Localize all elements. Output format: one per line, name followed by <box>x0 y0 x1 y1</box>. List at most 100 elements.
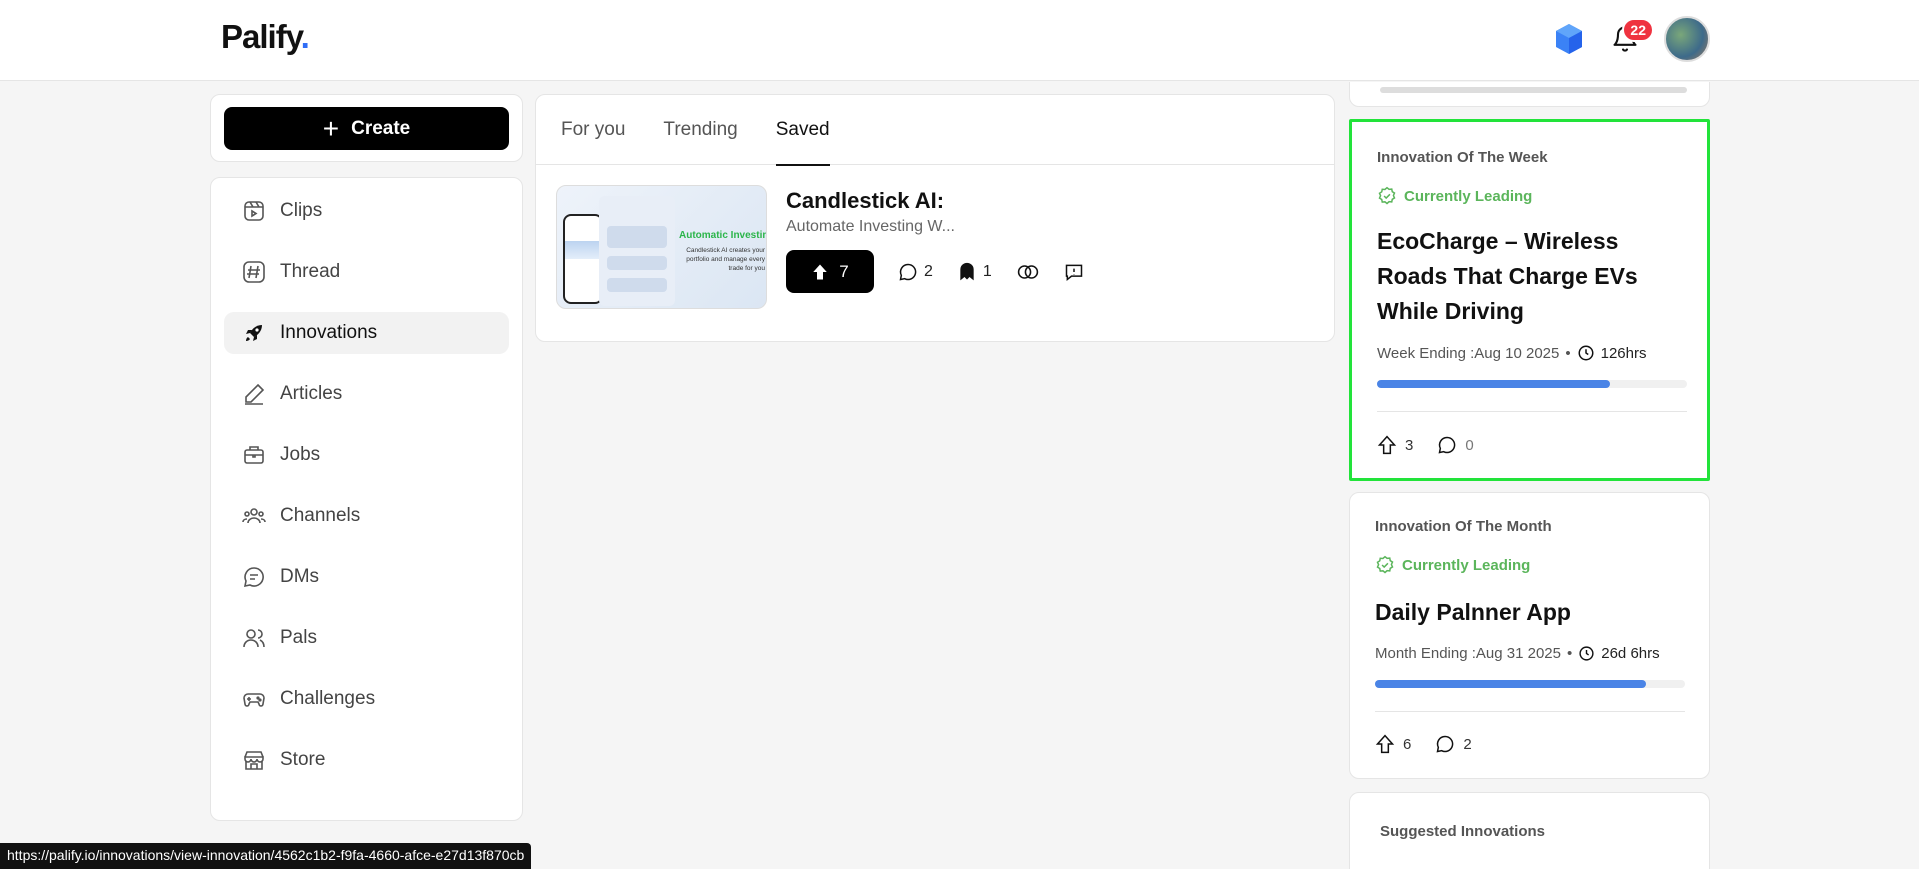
sidebar-item-articles[interactable]: Articles <box>224 373 509 415</box>
sidebar-item-label: Pals <box>280 627 317 648</box>
sidebar-item-label: Store <box>280 749 326 770</box>
sidebar-item-innovations[interactable]: Innovations <box>224 312 509 354</box>
tab-trending[interactable]: Trending <box>663 95 737 165</box>
ending-meta: Month Ending :Aug 31 2025 • 26d 6hrs <box>1375 645 1660 662</box>
progress-fill <box>1375 680 1647 688</box>
status-bar-url: https://palify.io/innovations/view-innov… <box>0 843 532 869</box>
upvote-count: 7 <box>839 261 849 281</box>
notifications-button[interactable]: 22 <box>1608 18 1654 56</box>
ending-date: Week Ending :Aug 10 2025 <box>1377 344 1560 362</box>
tab-for-you[interactable]: For you <box>561 95 625 165</box>
notification-badge: 22 <box>1622 18 1654 42</box>
previous-card-bottom <box>1349 82 1710 107</box>
sidebar-item-label: Channels <box>280 505 361 526</box>
report-icon <box>1065 264 1083 281</box>
sidebar-item-store[interactable]: Store <box>224 739 509 781</box>
leading-label: Currently Leading <box>1375 555 1530 575</box>
post-subtitle: Automate Investing W... <box>786 218 955 235</box>
palify-logo[interactable]: Palify. <box>221 18 310 56</box>
innovation-title[interactable]: Daily Palnner App <box>1375 595 1689 630</box>
sidebar-item-label: Innovations <box>280 322 378 343</box>
avatar[interactable] <box>1664 16 1710 62</box>
meta-bullet: • <box>1566 645 1573 662</box>
gamepad-icon <box>241 687 266 712</box>
bookmark-icon <box>960 262 974 280</box>
card-heading: Innovation Of The Week <box>1377 149 1548 166</box>
users-icon <box>241 504 266 529</box>
sidebar-item-label: Clips <box>280 200 323 221</box>
pen-icon <box>241 382 266 407</box>
feed-tabs: For you Trending Saved <box>536 95 1334 166</box>
pals-icon <box>241 626 266 651</box>
tab-saved[interactable]: Saved <box>775 95 830 166</box>
post-title[interactable]: Candlestick AI: <box>786 188 944 214</box>
innovation-title[interactable]: EcoCharge – Wireless Roads That Charge E… <box>1377 224 1687 329</box>
briefcase-icon <box>241 443 266 468</box>
upvote-outline-icon <box>1375 734 1395 754</box>
sidebar-item-label: Challenges <box>280 688 376 709</box>
upvote-stat[interactable]: 6 <box>1375 734 1411 754</box>
upvote-button[interactable]: 7 <box>786 250 874 293</box>
suggested-innovations-card: Suggested Innovations <box>1349 792 1710 869</box>
saved-post[interactable]: Automatic Investing Candlestick AI creat… <box>556 185 1314 309</box>
sidebar-item-dms[interactable]: DMs <box>224 556 509 598</box>
ending-meta: Week Ending :Aug 10 2025 • 126hrs <box>1377 344 1647 362</box>
progress-bar <box>1377 380 1687 388</box>
plus-icon: + <box>322 112 340 144</box>
sidebar-item-pals[interactable]: Pals <box>224 617 509 659</box>
upvote-stat[interactable]: 3 <box>1377 435 1413 455</box>
sidebar: Clips Thread Innovations Articles Jobs C… <box>210 177 523 821</box>
sidebar-item-challenges[interactable]: Challenges <box>224 678 509 720</box>
comment-stat[interactable]: 2 <box>1435 734 1472 754</box>
feed-panel: For you Trending Saved Automatic Investi… <box>535 94 1335 342</box>
sidebar-item-label: DMs <box>280 566 320 587</box>
gem-icon[interactable] <box>1552 22 1586 56</box>
sidebar-item-channels[interactable]: Channels <box>224 495 509 537</box>
top-bar: Palify. 22 <box>0 0 1919 81</box>
sidebar-item-label: Articles <box>280 383 343 404</box>
chat-icon <box>241 565 266 590</box>
upvote-outline-icon <box>1377 435 1397 455</box>
clock-icon <box>1579 646 1594 661</box>
sidebar-item-thread[interactable]: Thread <box>224 251 509 293</box>
time-left: 126hrs <box>1600 344 1647 362</box>
share-button[interactable] <box>1016 262 1040 282</box>
sidebar-item-jobs[interactable]: Jobs <box>224 434 509 476</box>
award-icon <box>1378 186 1396 205</box>
create-card: + Create <box>210 94 523 162</box>
link-icon <box>1017 264 1039 279</box>
store-icon <box>241 748 266 773</box>
right-column: Innovation Of The Week Currently Leading… <box>1349 82 1710 869</box>
innovation-of-week-card[interactable]: Innovation Of The Week Currently Leading… <box>1349 119 1710 481</box>
sidebar-item-clips[interactable]: Clips <box>224 190 509 232</box>
award-icon <box>1376 555 1394 574</box>
card-stats: 3 0 <box>1377 435 1474 455</box>
sidebar-item-label: Jobs <box>280 444 321 465</box>
bookmark-button[interactable]: 1 <box>957 261 992 283</box>
report-button[interactable] <box>1064 262 1084 282</box>
hash-icon <box>241 260 266 285</box>
clock-icon <box>1578 345 1594 361</box>
post-thumbnail[interactable]: Automatic Investing Candlestick AI creat… <box>556 185 767 309</box>
comment-icon <box>1438 436 1456 454</box>
meta-bullet: • <box>1565 344 1571 362</box>
progress-fill <box>1377 380 1610 388</box>
comment-icon <box>1436 735 1454 753</box>
comment-button[interactable]: 2 <box>898 262 933 282</box>
clips-icon <box>241 199 266 224</box>
comment-count: 2 <box>924 262 933 280</box>
ending-date: Month Ending :Aug 31 2025 <box>1375 645 1561 662</box>
create-button[interactable]: + Create <box>224 107 509 150</box>
rocket-icon <box>241 321 266 346</box>
comment-stat[interactable]: 0 <box>1437 435 1474 455</box>
divider <box>1375 711 1685 712</box>
progress-bar <box>1375 680 1685 688</box>
sidebar-item-label: Thread <box>280 261 341 282</box>
thumb-headline: Automatic Investing <box>679 230 767 241</box>
bookmark-count: 1 <box>982 262 992 280</box>
thumb-caption: Candlestick AI creates your portfolio an… <box>686 247 765 272</box>
card-stats: 6 2 <box>1375 734 1472 754</box>
innovation-of-month-card[interactable]: Innovation Of The Month Currently Leadin… <box>1349 492 1710 779</box>
time-left: 26d 6hrs <box>1601 645 1660 662</box>
create-label: Create <box>351 117 411 139</box>
